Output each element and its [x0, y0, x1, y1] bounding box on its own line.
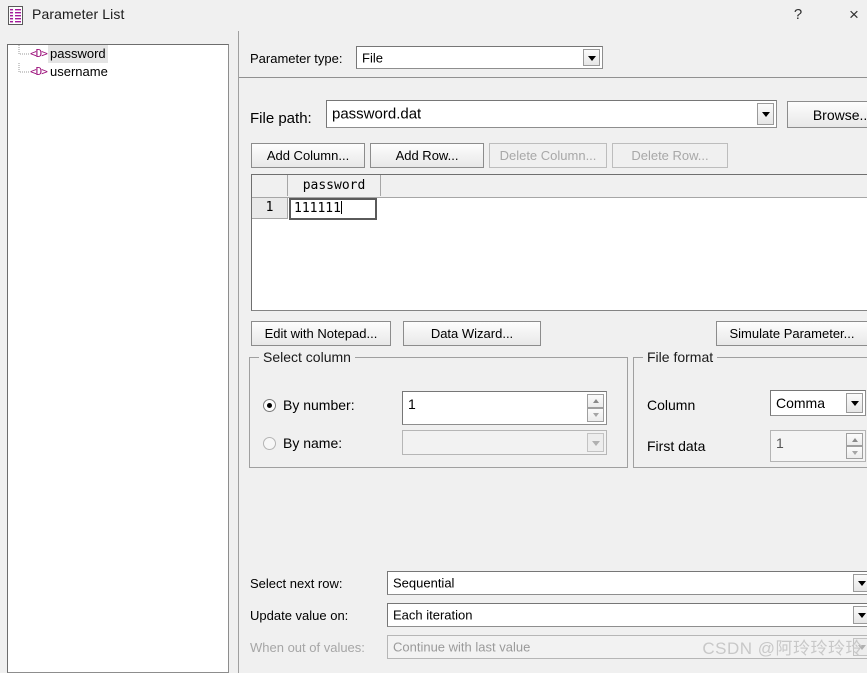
tree-item-label: password	[48, 45, 108, 63]
file-format-column-combo[interactable]: Comma	[770, 390, 866, 416]
parameter-data-grid[interactable]: password 1 111111	[251, 174, 867, 311]
tree-guide-line	[18, 63, 30, 81]
grid-cell-value: 111111	[294, 201, 341, 216]
by-name-radio[interactable]	[263, 437, 276, 450]
grid-corner-cell	[252, 175, 288, 196]
tree-item-password[interactable]: <D> password	[8, 45, 228, 63]
watermark: CSDN @阿玲玲玲玲	[702, 639, 863, 658]
file-format-column-label: Column	[647, 397, 696, 413]
column-number-value: 1	[408, 396, 416, 412]
spinner-up-icon[interactable]	[846, 433, 863, 446]
title-bar: Parameter List ? ×	[0, 0, 867, 32]
grid-cell-editor[interactable]: 111111	[289, 198, 377, 220]
grid-header-filler	[382, 175, 867, 196]
file-format-first-data-label: First data	[647, 438, 706, 454]
file-format-first-data-spinner[interactable]: 1	[770, 430, 866, 462]
tree-item-label: username	[50, 64, 108, 79]
spinner-up-icon[interactable]	[587, 394, 604, 408]
select-column-group-title: Select column	[259, 349, 355, 365]
file-format-group: File format Column Comma First data 1	[633, 349, 867, 468]
chevron-down-icon	[587, 433, 604, 452]
parameter-node-icon: <D>	[30, 47, 48, 60]
by-name-label: By name:	[283, 435, 343, 451]
grid-column-header[interactable]: password	[288, 175, 381, 196]
parameter-detail-pane: Parameter type: File File path: password…	[238, 31, 867, 673]
tree-guide-line	[18, 45, 30, 63]
chevron-down-icon[interactable]	[757, 103, 774, 125]
column-number-spinner[interactable]: 1	[402, 391, 607, 425]
grid-header-row: password	[252, 175, 867, 198]
data-wizard-button[interactable]: Data Wizard...	[403, 321, 541, 346]
spinner-buttons[interactable]	[846, 433, 863, 459]
parameter-node-icon: <D>	[30, 65, 48, 78]
file-format-column-value: Comma	[776, 395, 826, 411]
spinner-down-icon[interactable]	[846, 446, 863, 459]
update-value-on-label: Update value on:	[250, 608, 349, 623]
add-column-button[interactable]: Add Column...	[251, 143, 365, 168]
column-name-combo	[402, 430, 607, 455]
parameter-tree-pane: <D> password <D> username	[0, 31, 232, 673]
file-path-combo[interactable]: password.dat	[326, 100, 777, 128]
file-path-label: File path:	[250, 110, 312, 127]
window-title: Parameter List	[32, 6, 125, 22]
file-path-value: password.dat	[332, 105, 422, 123]
select-column-group: Select column By number: 1 By name:	[249, 349, 628, 468]
chevron-down-icon[interactable]	[853, 606, 867, 624]
when-out-of-values-label: When out of values:	[250, 640, 365, 655]
file-format-group-title: File format	[643, 349, 718, 365]
select-next-row-value: Sequential	[393, 575, 455, 591]
by-number-label: By number:	[283, 397, 355, 413]
select-next-row-combo[interactable]: Sequential	[387, 571, 867, 595]
by-number-radio[interactable]	[263, 399, 276, 412]
chevron-down-icon[interactable]	[583, 49, 600, 66]
spinner-down-icon[interactable]	[587, 408, 604, 422]
delete-column-button: Delete Column...	[489, 143, 607, 168]
edit-with-notepad-button[interactable]: Edit with Notepad...	[251, 321, 391, 346]
tree-item-username[interactable]: <D> username	[8, 63, 228, 81]
select-next-row-label: Select next row:	[250, 576, 343, 591]
parameter-tree[interactable]: <D> password <D> username	[7, 44, 229, 673]
update-value-on-combo[interactable]: Each iteration	[387, 603, 867, 627]
file-format-first-data-value: 1	[776, 435, 784, 451]
grid-row-number[interactable]: 1	[252, 198, 288, 219]
add-row-button[interactable]: Add Row...	[370, 143, 484, 168]
help-button[interactable]: ?	[775, 0, 821, 29]
text-caret	[340, 201, 342, 214]
chevron-down-icon[interactable]	[853, 574, 867, 592]
spinner-buttons[interactable]	[587, 394, 604, 422]
table-row[interactable]: 1 111111	[252, 198, 867, 220]
simulate-parameter-button[interactable]: Simulate Parameter...	[716, 321, 867, 346]
delete-row-button: Delete Row...	[612, 143, 728, 168]
update-value-on-value: Each iteration	[393, 607, 473, 623]
parameter-type-value: File	[362, 50, 383, 65]
parameter-list-icon	[8, 6, 25, 25]
parameter-type-combo[interactable]: File	[356, 46, 603, 69]
when-out-of-values-value: Continue with last value	[393, 639, 531, 655]
browse-button[interactable]: Browse...	[787, 101, 867, 128]
close-button[interactable]: ×	[831, 0, 867, 29]
parameter-list-window: Parameter List ? × <D> password <D> user…	[0, 0, 867, 673]
chevron-down-icon[interactable]	[846, 393, 863, 413]
parameter-type-label: Parameter type:	[250, 51, 343, 66]
parameter-type-row: Parameter type: File	[239, 38, 867, 78]
